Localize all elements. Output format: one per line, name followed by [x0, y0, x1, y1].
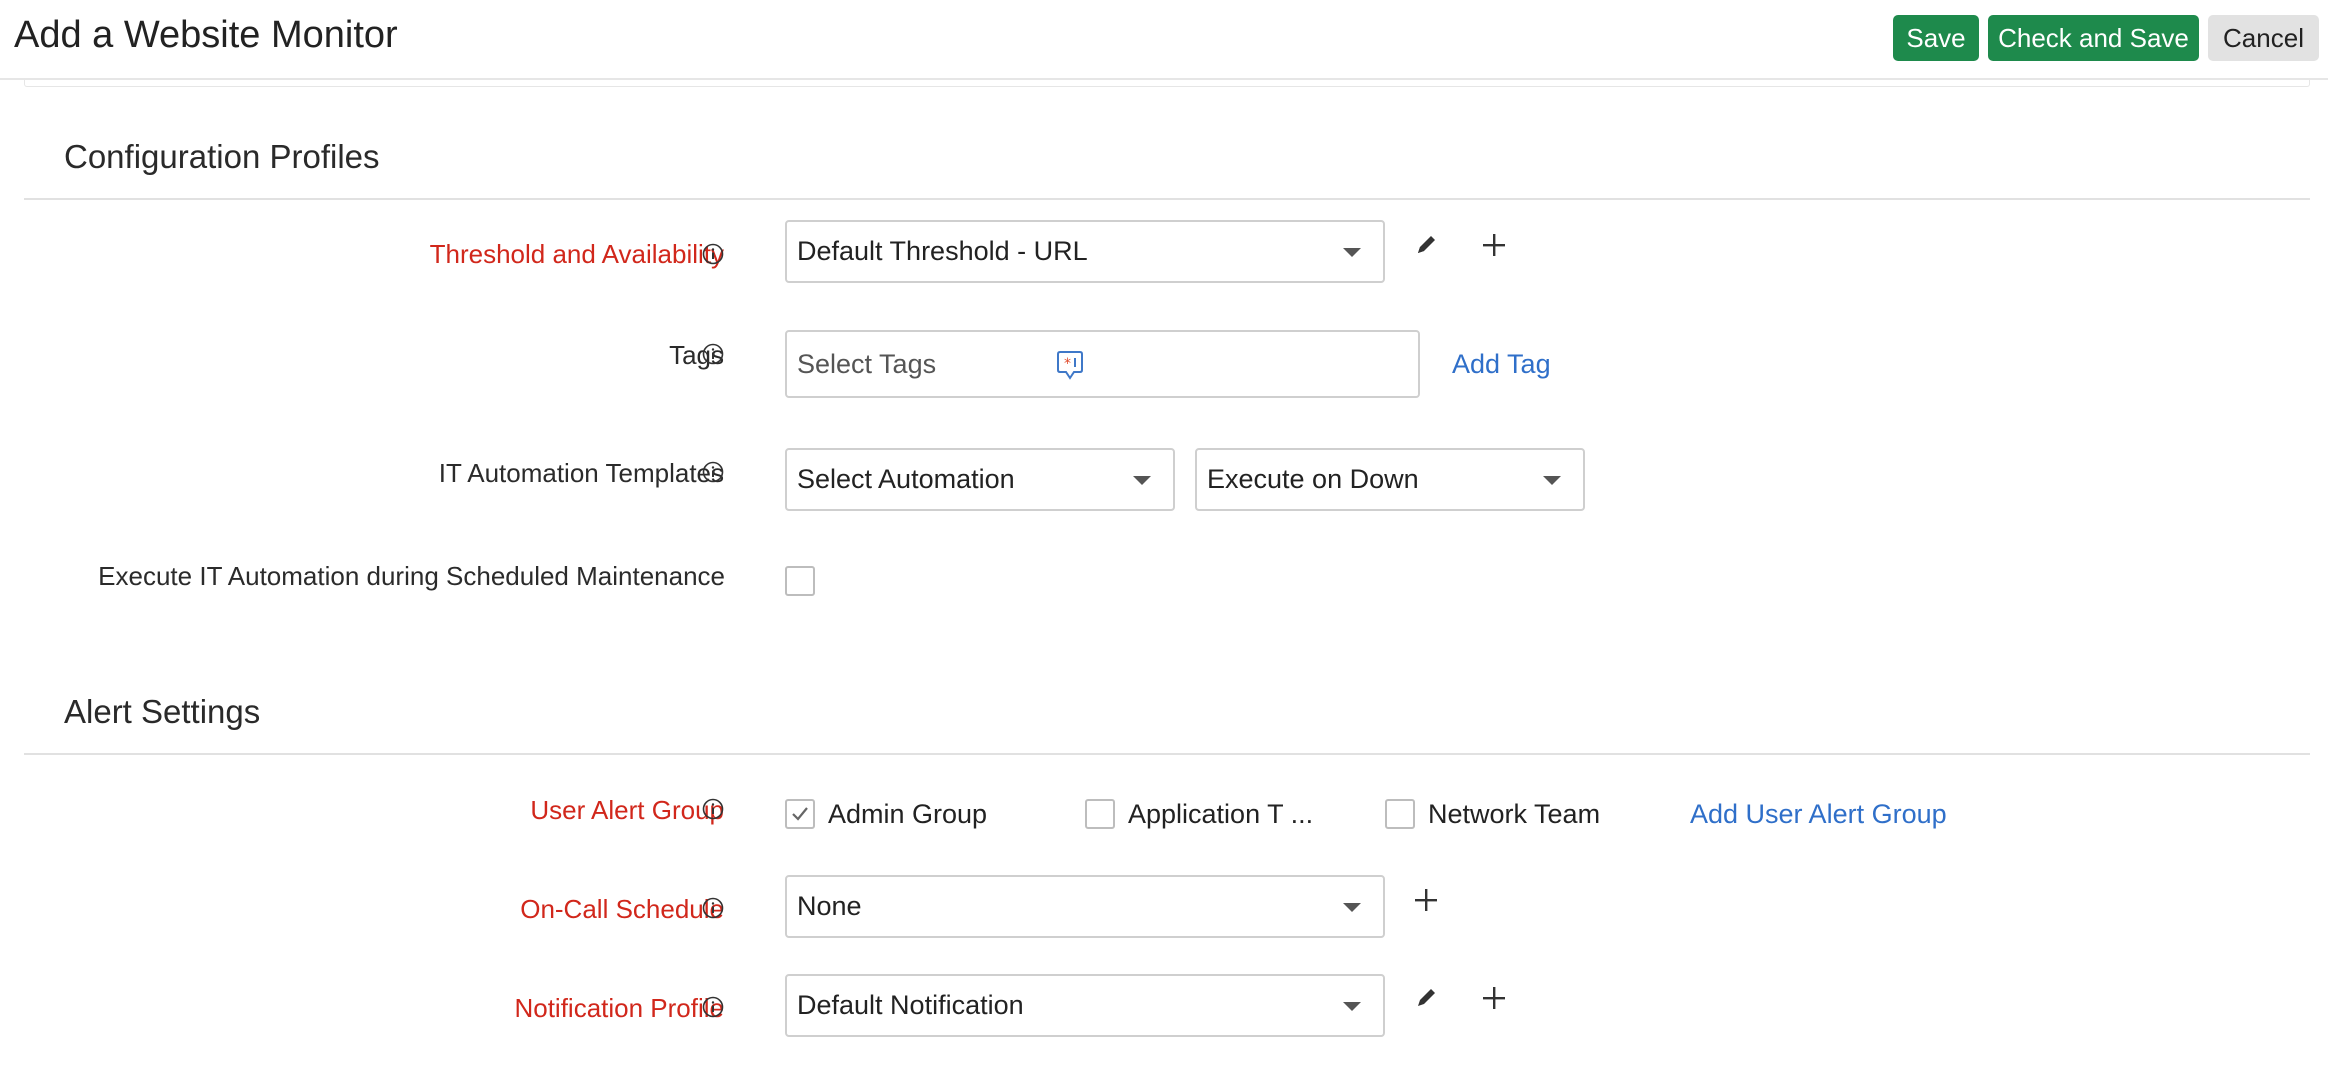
tags-placeholder: Select Tags	[797, 349, 937, 379]
chevron-down-icon	[1543, 476, 1561, 485]
threshold-select[interactable]: Default Threshold - URL	[785, 220, 1385, 283]
chevron-down-icon	[1343, 1002, 1361, 1011]
application-team-checkbox[interactable]	[1085, 799, 1115, 829]
maintenance-checkbox[interactable]	[785, 566, 815, 596]
section-title-configuration-profiles: Configuration Profiles	[64, 138, 380, 175]
on-call-schedule-select[interactable]: None	[785, 875, 1385, 938]
add-user-alert-group-link[interactable]: Add User Alert Group	[1690, 797, 1947, 831]
info-icon[interactable]	[702, 243, 724, 265]
user-alert-group-label: User Alert Group	[530, 795, 724, 825]
cancel-button[interactable]: Cancel	[2208, 15, 2319, 61]
check-and-save-button[interactable]: Check and Save	[1988, 15, 2199, 61]
chevron-down-icon	[1343, 903, 1361, 912]
threshold-label: Threshold and Availability	[429, 239, 724, 269]
threshold-value: Default Threshold - URL	[797, 236, 1088, 266]
chevron-down-icon	[1133, 476, 1151, 485]
add-plus-icon[interactable]	[1478, 982, 1510, 1014]
execute-on-value: Execute on Down	[1207, 464, 1419, 494]
edit-pencil-icon[interactable]	[1410, 229, 1442, 261]
edit-pencil-icon[interactable]	[1410, 982, 1442, 1014]
section-title-alert-settings: Alert Settings	[64, 693, 261, 730]
it-automation-label: IT Automation Templates	[438, 458, 724, 488]
checkmark-icon	[792, 807, 808, 821]
maintenance-label: Execute IT Automation during Scheduled M…	[98, 561, 725, 591]
admin-group-checkbox[interactable]	[785, 799, 815, 829]
tag-icon: *	[1057, 351, 1083, 380]
add-plus-icon[interactable]	[1478, 229, 1510, 261]
section-divider	[24, 198, 2310, 200]
automation-value: Select Automation	[797, 464, 1015, 494]
notification-profile-label: Notification Profile	[514, 993, 724, 1023]
info-icon[interactable]	[702, 996, 724, 1018]
admin-group-label: Admin Group	[828, 799, 988, 829]
save-button[interactable]: Save	[1893, 15, 1979, 61]
page-title: Add a Website Monitor	[14, 14, 398, 56]
add-tag-link[interactable]: Add Tag	[1452, 347, 1551, 381]
application-team-label: Application T ...	[1128, 799, 1314, 829]
notification-profile-select[interactable]: Default Notification	[785, 974, 1385, 1037]
network-team-label: Network Team	[1428, 799, 1601, 829]
info-icon[interactable]	[702, 798, 724, 820]
chevron-down-icon	[1343, 248, 1361, 257]
on-call-schedule-label: On-Call Schedule	[520, 894, 724, 924]
notification-profile-value: Default Notification	[797, 990, 1024, 1020]
execute-on-select[interactable]: Execute on Down	[1195, 448, 1585, 511]
header-subbar	[24, 80, 2310, 87]
info-icon[interactable]	[702, 343, 724, 365]
on-call-schedule-value: None	[797, 891, 862, 921]
tags-input[interactable]: Select Tags *	[785, 330, 1420, 398]
svg-text:*: *	[1064, 356, 1071, 372]
add-plus-icon[interactable]	[1410, 884, 1442, 916]
info-icon[interactable]	[702, 897, 724, 919]
info-icon[interactable]	[702, 461, 724, 483]
automation-select[interactable]: Select Automation	[785, 448, 1175, 511]
section-divider	[24, 753, 2310, 755]
network-team-checkbox[interactable]	[1385, 799, 1415, 829]
